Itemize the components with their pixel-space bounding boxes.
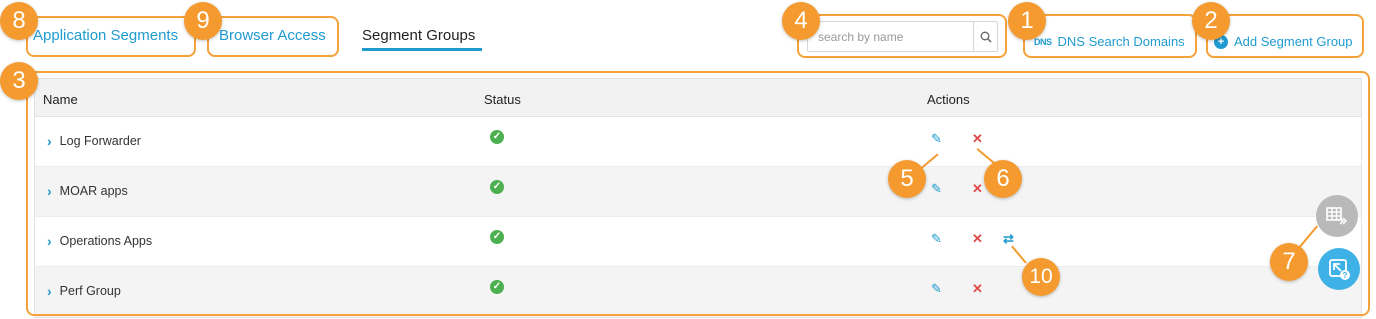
highlight-application-segments <box>26 16 196 57</box>
callout-badge: 6 <box>984 160 1022 198</box>
callout-badge: 2 <box>1192 2 1230 40</box>
highlight-dns-search-domains <box>1023 14 1197 58</box>
segment-groups-page: Application Segments Browser Access Segm… <box>0 0 1376 319</box>
highlight-browser-access <box>207 16 339 57</box>
callout-badge: 4 <box>782 2 820 40</box>
callout-badge: 5 <box>888 160 926 198</box>
callout-badge: 7 <box>1270 243 1308 281</box>
callout-badge: 9 <box>184 2 222 40</box>
active-tab-underline <box>362 48 482 51</box>
callout-badge: 1 <box>1008 2 1046 40</box>
callout-badge: 3 <box>0 62 38 100</box>
highlight-search <box>797 14 1007 58</box>
highlight-table <box>26 71 1370 316</box>
callout-badge: 10 <box>1022 258 1060 296</box>
callout-badge: 8 <box>0 2 38 40</box>
tab-segment-groups[interactable]: Segment Groups <box>362 27 475 49</box>
